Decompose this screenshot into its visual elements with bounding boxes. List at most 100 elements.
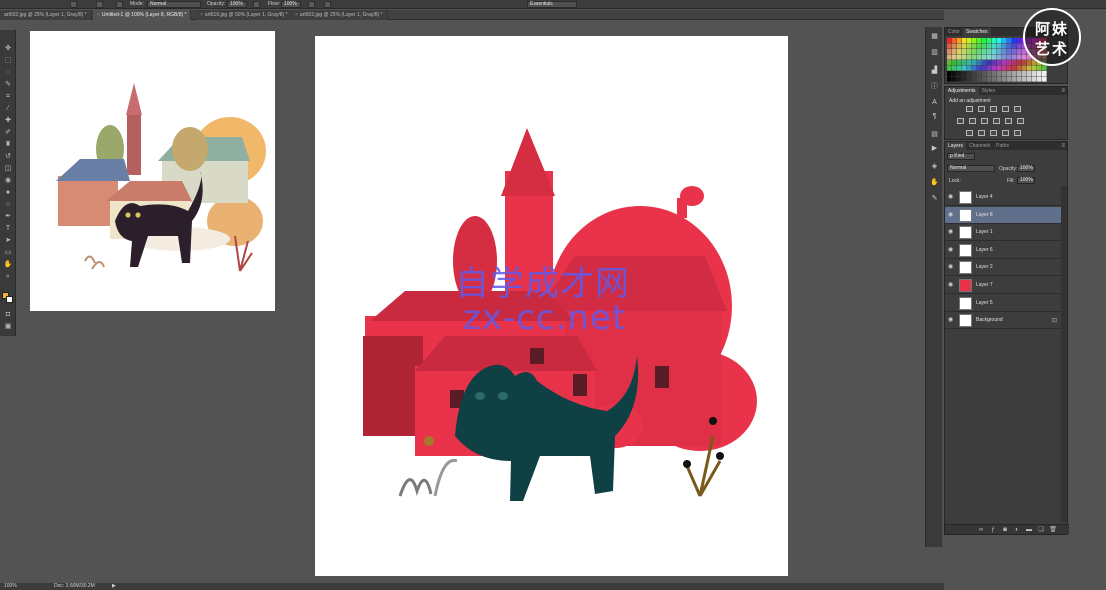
brightness-contrast-icon[interactable] xyxy=(966,106,973,112)
swatch[interactable] xyxy=(952,60,957,66)
swatch[interactable] xyxy=(952,49,957,55)
paint-bucket-tool-icon[interactable]: ◉ xyxy=(3,176,13,186)
swatch[interactable] xyxy=(967,71,972,77)
blend-mode-select[interactable]: Normal xyxy=(947,165,995,172)
swatch[interactable] xyxy=(982,38,987,44)
swatch[interactable] xyxy=(947,60,952,66)
swatch[interactable] xyxy=(1012,65,1017,71)
swatch[interactable] xyxy=(1042,71,1047,77)
airbrush-icon[interactable] xyxy=(308,1,315,8)
swatch[interactable] xyxy=(972,71,977,77)
swatch[interactable] xyxy=(1017,43,1022,49)
swatch[interactable] xyxy=(952,71,957,77)
swatch[interactable] xyxy=(977,71,982,77)
swatch[interactable] xyxy=(987,49,992,55)
panel-menu-icon[interactable]: ≡ xyxy=(1061,87,1065,95)
swatch[interactable] xyxy=(992,38,997,44)
swatch[interactable] xyxy=(962,60,967,66)
swatch[interactable] xyxy=(972,76,977,82)
swatch[interactable] xyxy=(1017,54,1022,60)
dodge-tool-icon[interactable]: ○ xyxy=(3,200,13,210)
swatch[interactable] xyxy=(982,65,987,71)
layer-name[interactable]: Layer 2 xyxy=(976,264,993,271)
swatch[interactable] xyxy=(947,54,952,60)
swatch[interactable] xyxy=(1032,71,1037,77)
quick-select-tool-icon[interactable]: ✎ xyxy=(3,80,13,90)
swatch[interactable] xyxy=(982,54,987,60)
swatch[interactable] xyxy=(967,76,972,82)
swatch[interactable] xyxy=(972,65,977,71)
swatch[interactable] xyxy=(982,43,987,49)
swatch[interactable] xyxy=(987,38,992,44)
eyedropper-tool-icon[interactable]: ⁄ xyxy=(3,104,13,114)
swatch[interactable] xyxy=(952,76,957,82)
swatch[interactable] xyxy=(977,65,982,71)
tab-art616[interactable]: × art616.jpg @ 50% (Layer 1, Gray/8) * xyxy=(196,10,293,20)
panel-menu-icon[interactable]: ≡ xyxy=(1061,142,1065,150)
layers-scrollbar[interactable] xyxy=(1061,186,1067,522)
swatch[interactable] xyxy=(977,43,982,49)
tab-swatches[interactable]: Swatches xyxy=(962,28,991,36)
threshold-icon[interactable] xyxy=(990,130,997,136)
swatch[interactable] xyxy=(1007,49,1012,55)
swatch[interactable] xyxy=(987,65,992,71)
swatch[interactable] xyxy=(1012,49,1017,55)
swatch[interactable] xyxy=(987,54,992,60)
swatch[interactable] xyxy=(967,65,972,71)
paragraph-panel-icon[interactable]: ¶ xyxy=(930,113,939,121)
swatch[interactable] xyxy=(977,38,982,44)
swatch[interactable] xyxy=(1027,71,1032,77)
swatch[interactable] xyxy=(952,38,957,44)
swatch[interactable] xyxy=(957,71,962,77)
character-panel-icon[interactable]: A xyxy=(930,99,939,107)
swatch[interactable] xyxy=(992,65,997,71)
tab-styles[interactable]: Styles xyxy=(979,87,999,95)
swatch[interactable] xyxy=(1022,65,1027,71)
swatch[interactable] xyxy=(977,54,982,60)
layer-fill-field[interactable]: 100% xyxy=(1017,177,1035,184)
swatch[interactable] xyxy=(1002,43,1007,49)
swatch[interactable] xyxy=(1017,76,1022,82)
swatch[interactable] xyxy=(962,54,967,60)
swatch[interactable] xyxy=(1002,60,1007,66)
tab-color[interactable]: Color xyxy=(945,28,963,36)
swatch[interactable] xyxy=(947,65,952,71)
swatch[interactable] xyxy=(952,54,957,60)
type-tool-icon[interactable]: T xyxy=(3,224,13,234)
layer-opacity-field[interactable]: 100% xyxy=(1017,165,1035,172)
swatch[interactable] xyxy=(1027,65,1032,71)
color-balance-icon[interactable] xyxy=(969,118,976,124)
swatch[interactable] xyxy=(947,71,952,77)
visibility-eye-icon[interactable]: ◉ xyxy=(948,317,954,323)
hand-tool-icon[interactable]: ✋ xyxy=(3,260,13,270)
pressure-size-icon[interactable] xyxy=(324,1,331,8)
swatch[interactable] xyxy=(972,60,977,66)
path-selection-tool-icon[interactable]: ➤ xyxy=(3,236,13,246)
swatch[interactable] xyxy=(982,76,987,82)
visibility-eye-icon[interactable] xyxy=(948,300,954,306)
swatch[interactable] xyxy=(1022,71,1027,77)
new-group-icon[interactable]: ▬ xyxy=(1025,526,1033,534)
layer-row[interactable]: ◉ Layer 2 xyxy=(945,259,1063,277)
swatch[interactable] xyxy=(977,49,982,55)
layer-row[interactable]: ◉ Layer 1 xyxy=(945,224,1063,242)
brush-presets-icon[interactable]: ✎ xyxy=(930,195,939,203)
swatch[interactable] xyxy=(1017,49,1022,55)
swatch[interactable] xyxy=(1012,54,1017,60)
swatch[interactable] xyxy=(1012,43,1017,49)
hue-saturation-icon[interactable] xyxy=(957,118,964,124)
swatch[interactable] xyxy=(1012,38,1017,44)
swatch[interactable] xyxy=(952,65,957,71)
screen-mode-icon[interactable]: ▣ xyxy=(3,322,13,332)
visibility-eye-icon[interactable]: ◉ xyxy=(948,264,954,270)
swatch[interactable] xyxy=(1002,54,1007,60)
swatch[interactable] xyxy=(1027,60,1032,66)
swatch[interactable] xyxy=(992,49,997,55)
swatch[interactable] xyxy=(1042,76,1047,82)
pen-tool-icon[interactable]: ✒ xyxy=(3,212,13,222)
layer-row[interactable]: Layer 5 xyxy=(945,295,1063,312)
tool-presets-icon[interactable]: ✋ xyxy=(930,179,939,187)
histogram-icon[interactable]: ▟ xyxy=(930,67,939,75)
swatch[interactable] xyxy=(1007,65,1012,71)
healing-brush-tool-icon[interactable]: ✚ xyxy=(3,116,13,126)
